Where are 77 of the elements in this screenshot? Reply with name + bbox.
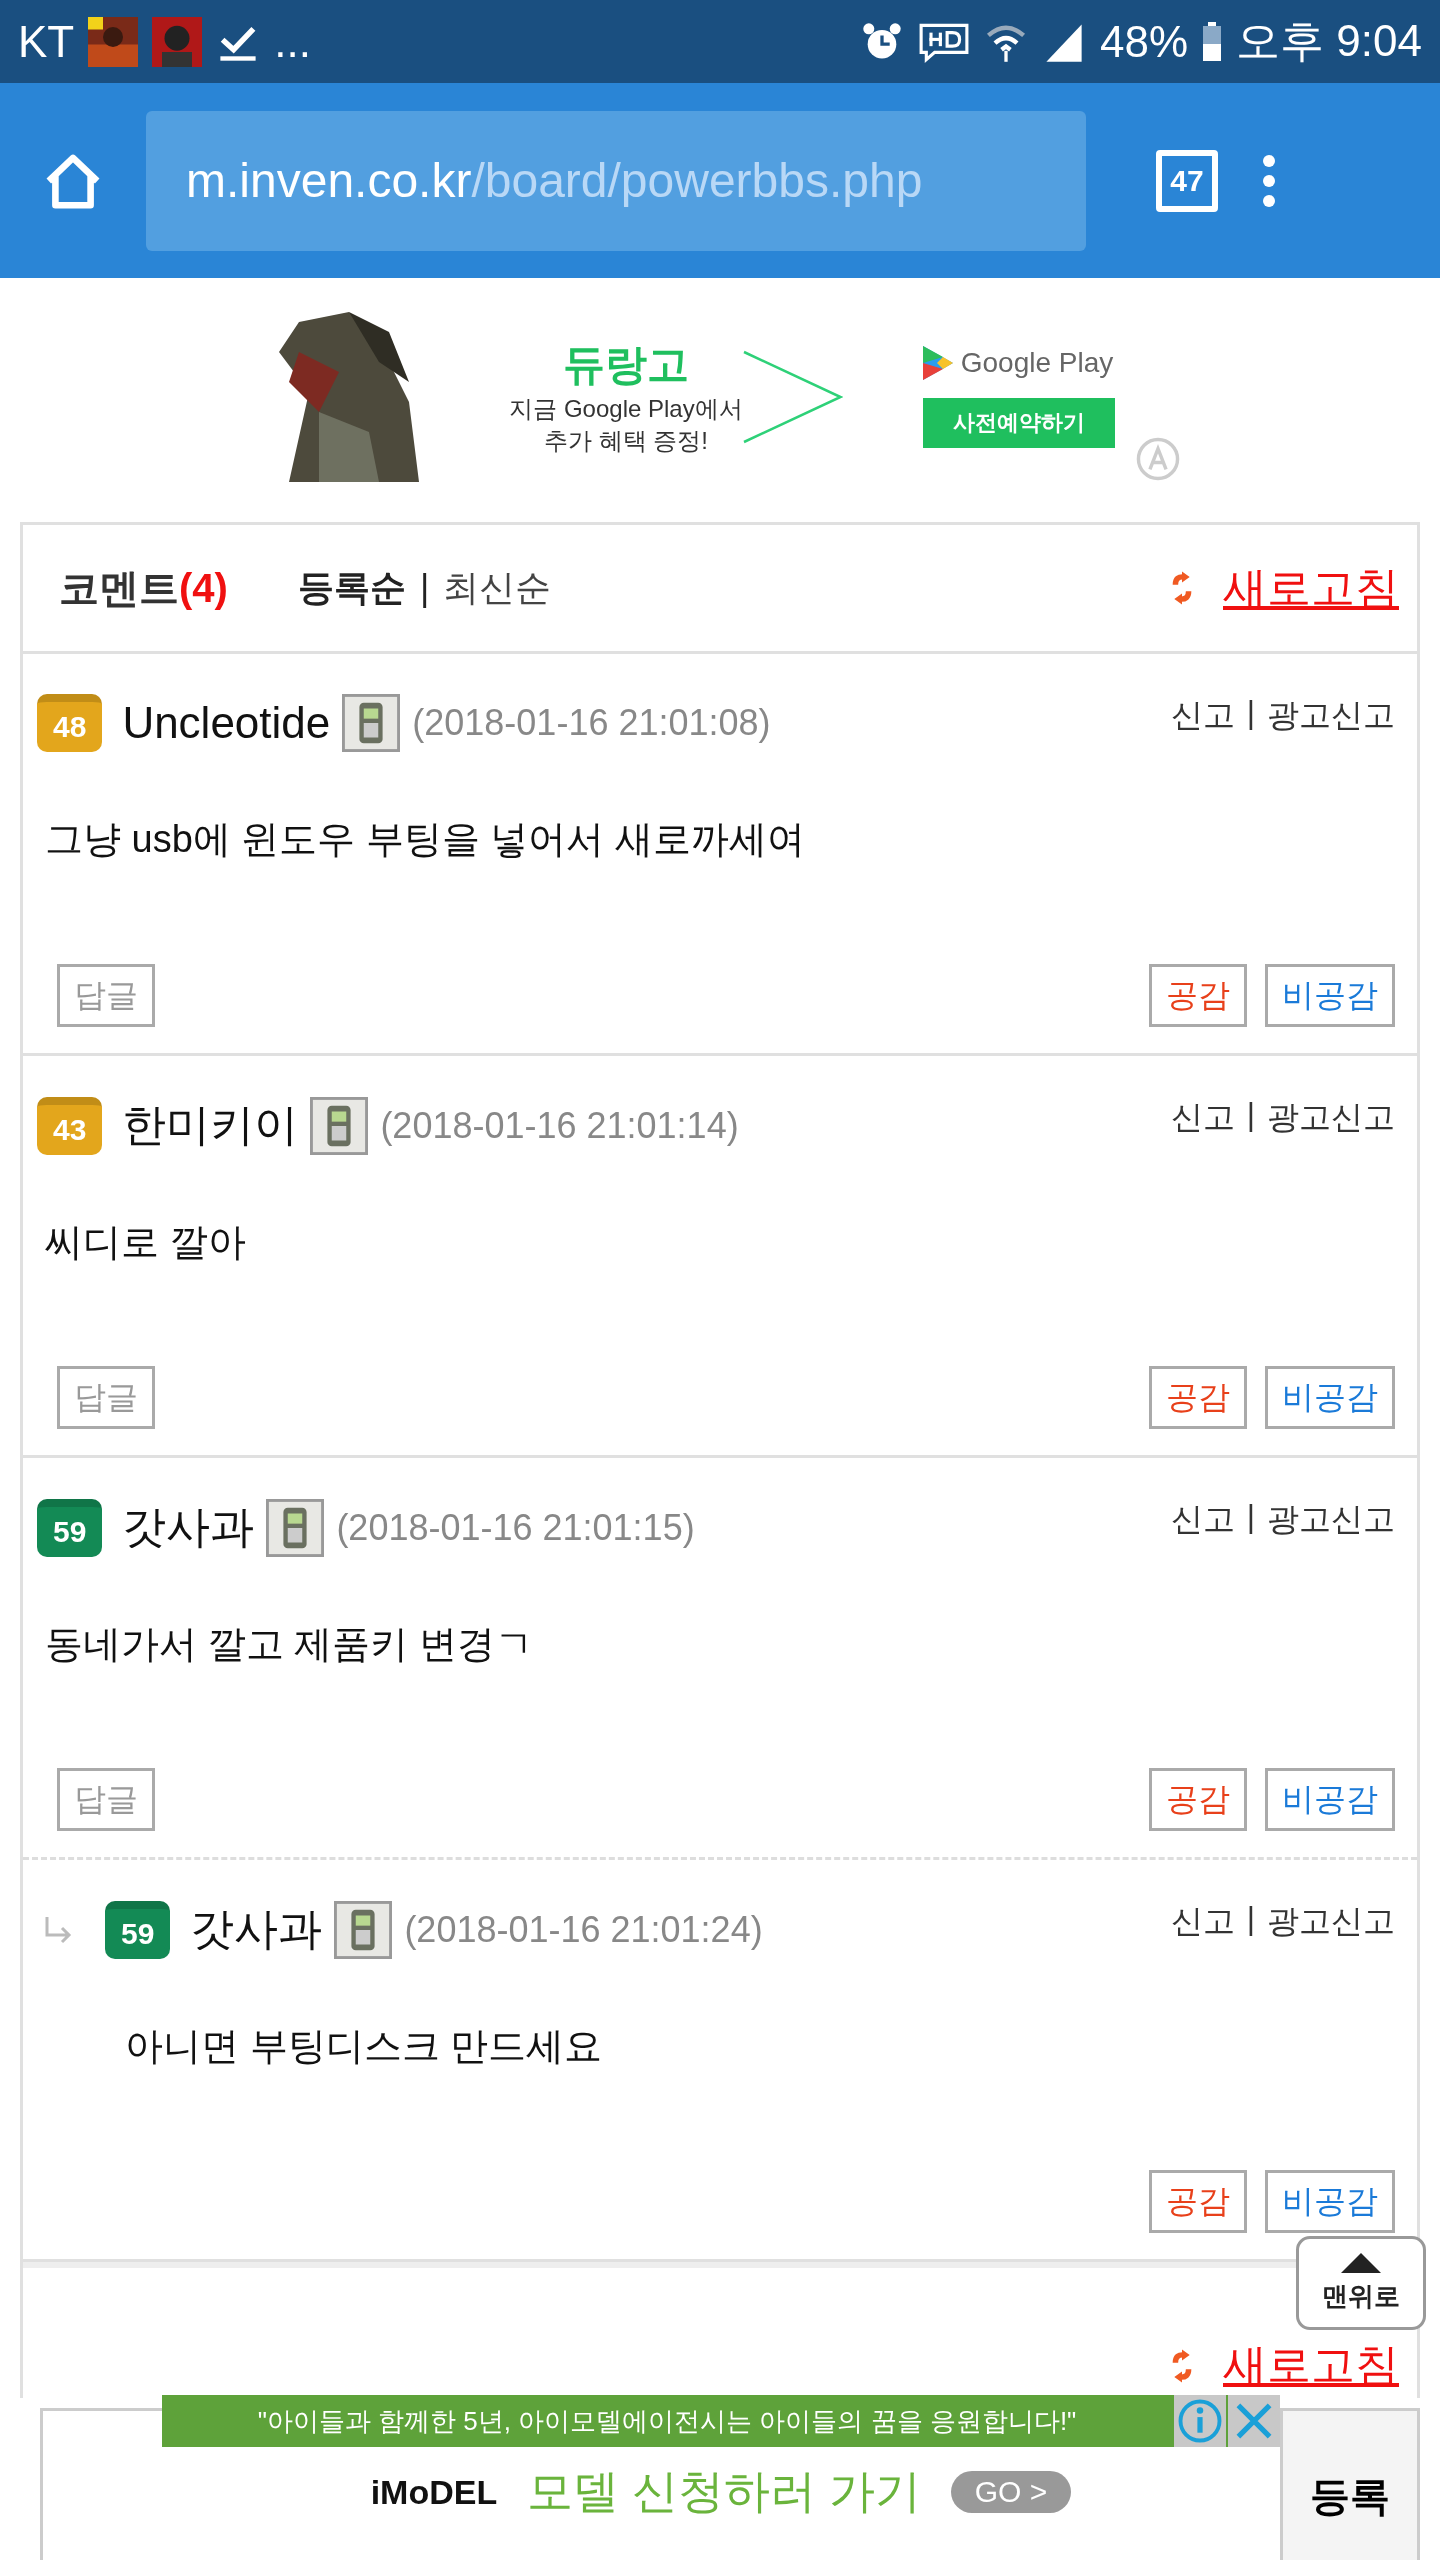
comment-text: 씨디로 깔아 [45,1220,247,1265]
dislike-button[interactable]: 비공감 [1265,1768,1395,1831]
ad-text: 추가 혜택 증정! [544,426,708,456]
dislike-button[interactable]: 비공감 [1265,964,1395,1027]
like-button[interactable]: 공감 [1149,1366,1247,1429]
report-link[interactable]: 신고 [1170,694,1235,738]
ad-report-link[interactable]: 광고신고 [1267,1498,1395,1542]
reply-button[interactable]: 답글 [57,1366,155,1429]
comment-date: (2018-01-16 21:01:08) [412,702,771,744]
battery-icon [1202,20,1223,63]
comment-date: (2018-01-16 21:01:15) [336,1506,695,1549]
tab-count-button[interactable]: 47 [1156,149,1218,212]
refresh-icon [1171,571,1193,605]
level-badge: 43 [37,1096,103,1155]
comment-text: 동네가서 깔고 제품키 변경ㄱ [45,1622,534,1667]
more-notifications-label: ... [274,16,311,67]
comment-date: (2018-01-16 21:01:24) [404,1908,763,1951]
report-link[interactable]: 신고 [1170,1900,1235,1944]
address-bar[interactable]: m.inven.co.kr/board/powerbbs.php [146,110,1086,251]
separator: | [419,567,430,609]
author-name: 한미키이 [122,1099,299,1151]
app-icon [152,16,203,67]
report-link[interactable]: 신고 [1170,1498,1235,1542]
refresh-link[interactable]: 새로고침 [1223,2336,1399,2395]
like-button[interactable]: 공감 [1149,1768,1247,1831]
play-store-icon [922,346,953,380]
like-button[interactable]: 공감 [1149,2170,1247,2233]
submit-button[interactable]: 등록 [1280,2408,1420,2560]
phone-icon [342,694,401,752]
author-name: Uncleotide [122,698,331,748]
dislike-button[interactable]: 비공감 [1265,2170,1395,2233]
sort-tab[interactable]: 등록순 [297,563,406,613]
refresh-link[interactable]: 새로고침 [1223,558,1399,618]
phone-icon [334,1900,393,1959]
ad-banner[interactable]: 듀랑고 지금 Google Play에서 추가 혜택 증정! Google Play 사전예약하기 [0,312,1440,482]
preorder-button[interactable]: 사전예약하기 [922,398,1115,448]
back-to-top-button[interactable]: 맨위로 [1296,2236,1426,2330]
ad-headline: 모델 신청하러 가기 [527,2464,921,2519]
comment-date: (2018-01-16 21:01:14) [380,1104,739,1147]
ad-report-link[interactable]: 광고신고 [1267,1096,1395,1140]
game-title: 듀랑고 [563,340,689,390]
sticky-ad-toast[interactable]: "아이들과 함께한 5년, 아이모델에이전시는 아이들의 꿈을 응원합니다!" iMoDEL 모델 신청하러 가기 GO > [162,2395,1280,2560]
reply-button[interactable]: 답글 [57,1768,155,1831]
reply-arrow-icon [43,1914,73,1945]
author-name: 갓사과 [122,1501,255,1553]
clock: 오후 9:04 [1236,15,1422,67]
reply-button[interactable]: 답글 [57,964,155,1027]
separator: | [1246,1498,1255,1535]
go-button[interactable]: GO > [950,2471,1072,2513]
ad-choices-icon [1134,436,1181,482]
carrier-label: KT [18,16,75,67]
battery-percent: 48% [1100,16,1189,67]
comments-title: 코멘트(4) [59,564,228,612]
author-name: 갓사과 [190,1903,323,1955]
app-icon [88,16,139,67]
report-link[interactable]: 신고 [1170,1096,1235,1140]
sort-tab[interactable]: 최신순 [443,563,552,613]
comment-text: 그냥 usb에 윈도우 부팅을 넣어서 새로까세여 [45,817,807,862]
phone-icon [266,1498,325,1557]
ad-report-link[interactable]: 광고신고 [1267,694,1395,738]
level-badge: 48 [37,694,103,752]
refresh-icon [1171,2348,1193,2383]
separator: | [1246,694,1255,731]
separator: | [1246,1900,1255,1937]
up-arrow-icon [1341,2252,1381,2273]
separator: | [1246,1096,1255,1133]
level-badge: 59 [37,1498,103,1557]
comment-text: 아니면 부팅디스크 만드세요 [125,2024,604,2069]
ad-text: 지금 Google Play에서 [509,394,743,424]
phone-icon [310,1096,369,1155]
brand-logo: iMoDEL [370,2472,498,2512]
dislike-button[interactable]: 비공감 [1265,1366,1395,1429]
ad-report-link[interactable]: 광고신고 [1267,1900,1395,1944]
level-badge: 59 [105,1900,171,1959]
store-name: Google Play [960,347,1114,379]
like-button[interactable]: 공감 [1149,964,1247,1027]
ad-slogan: "아이들과 함께한 5년, 아이모델에이전시는 아이들의 꿈을 응원합니다!" [256,2404,1078,2438]
